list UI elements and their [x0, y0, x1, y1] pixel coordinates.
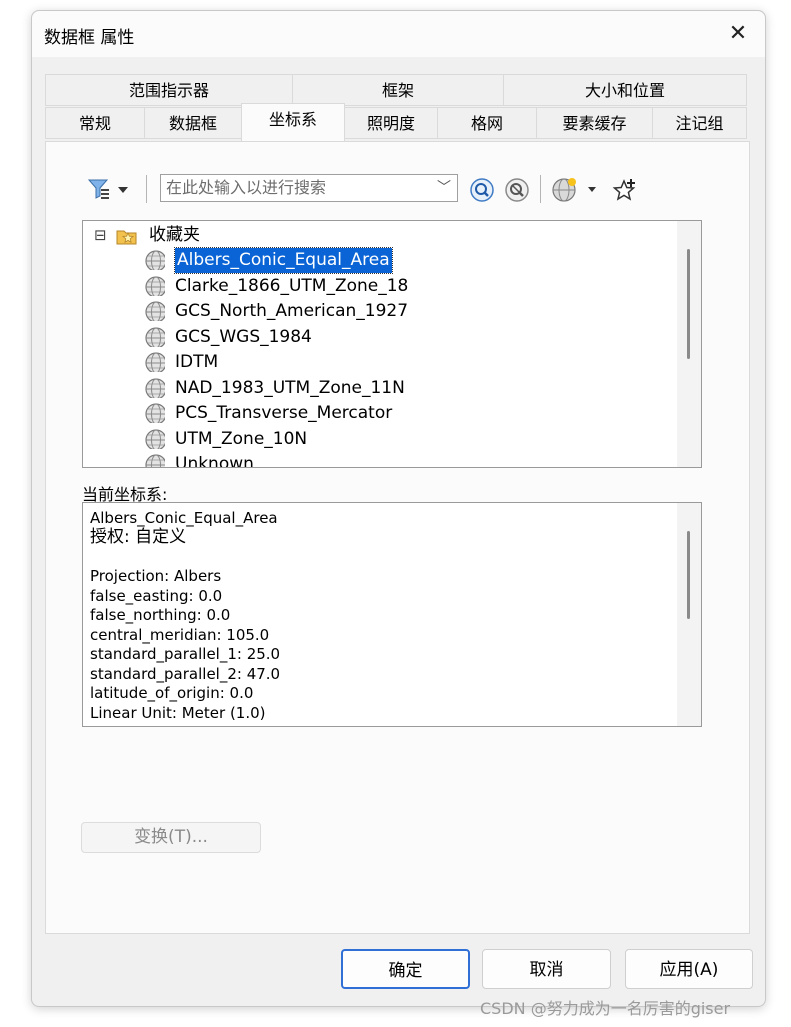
- tab-label: 格网: [470, 114, 503, 133]
- coordinate-system-item-label: Clarke_1866_UTM_Zone_18: [175, 275, 409, 296]
- globe-icon: [145, 326, 165, 347]
- ok-button[interactable]: 确定: [341, 949, 470, 989]
- details-line: central_meridian: 105.0: [90, 625, 270, 644]
- coordinate-system-item-label: PCS_Transverse_Mercator: [175, 403, 393, 423]
- close-button[interactable]: ✕: [715, 15, 761, 53]
- tab-size-and-position[interactable]: 大小和位置: [503, 74, 747, 106]
- toolbar-separator: [540, 175, 541, 203]
- tab-extent-indicators[interactable]: 范围指示器: [45, 74, 293, 106]
- details-line: Projection: Albers: [90, 567, 222, 585]
- tab-feature-cache[interactable]: 要素缓存: [536, 107, 653, 139]
- add-coordinate-system-button[interactable]: [551, 176, 597, 204]
- globe-icon: [145, 250, 165, 270]
- details-line: standard_parallel_2: 47.0: [90, 664, 281, 683]
- tab-frame[interactable]: 框架: [292, 74, 504, 106]
- coordinate-system-item-label: NAD_1983_UTM_Zone_11N: [175, 377, 405, 398]
- coordinate-system-details[interactable]: Albers_Conic_Equal_Area 授权: 自定义 Projecti…: [82, 502, 702, 727]
- add-to-favorites-button[interactable]: [612, 177, 638, 203]
- search-input[interactable]: 在此处输入以进行搜索 ﹀: [160, 174, 458, 202]
- collapse-toggle-icon[interactable]: ⊟: [94, 226, 107, 244]
- coordinate-system-item-label: Unknown: [175, 454, 254, 468]
- coordinate-system-item-label: UTM_Zone_10N: [175, 428, 308, 449]
- tab-annotation-groups[interactable]: 注记组: [652, 107, 747, 139]
- globe-icon: [145, 301, 165, 321]
- details-authority: 授权: 自定义: [90, 527, 187, 547]
- globe-icon: [145, 352, 165, 372]
- search-placeholder: 在此处输入以进行搜索: [166, 178, 327, 197]
- cancel-button[interactable]: 取消: [482, 949, 611, 989]
- tab-illumination[interactable]: 照明度: [344, 107, 438, 139]
- tab-coordinate-system[interactable]: 坐标系: [241, 103, 345, 141]
- globe-icon: [145, 454, 165, 467]
- filter-dropdown-button[interactable]: [87, 177, 129, 201]
- details-name: Albers_Conic_Equal_Area: [90, 509, 278, 527]
- transform-button[interactable]: 变换(T)...: [81, 822, 261, 853]
- dialog-title: 数据框 属性: [44, 28, 135, 48]
- tab-general[interactable]: 常规: [45, 107, 145, 139]
- globe-icon: [145, 403, 165, 423]
- details-line: standard_parallel_1: 25.0: [90, 645, 281, 663]
- details-scrollbar[interactable]: [677, 503, 701, 726]
- details-line: false_easting: 0.0: [90, 586, 223, 605]
- coordinate-system-tree[interactable]: ⊟ 收藏夹 Albers_Conic_Equal_Area Clarke_1866…: [82, 220, 702, 468]
- details-line: latitude_of_origin: 0.0: [90, 684, 254, 702]
- tab-label: 注记组: [675, 114, 724, 133]
- coordinate-system-item-label: GCS_WGS_1984: [175, 326, 312, 347]
- folder-star-icon: [116, 230, 137, 245]
- search-button[interactable]: [469, 177, 495, 203]
- clear-search-icon: [505, 178, 529, 202]
- tab-label: 要素缓存: [562, 114, 627, 133]
- tab-label: 坐标系: [268, 110, 317, 129]
- tree-scrollbar[interactable]: [677, 221, 701, 467]
- tab-label: 常规: [78, 114, 111, 133]
- tab-label: 照明度: [366, 114, 415, 133]
- toolbar-separator: [146, 175, 147, 203]
- tab-label: 范围指示器: [128, 81, 209, 100]
- title-bar: 数据框 属性 ✕: [32, 11, 765, 57]
- globe-icon: [145, 428, 165, 449]
- details-line: Linear Unit: Meter (1.0): [90, 703, 266, 722]
- coordinate-system-item-label: GCS_North_American_1927: [175, 301, 409, 321]
- filter-icon: [87, 179, 128, 199]
- globe-icon: [145, 275, 165, 296]
- watermark: CSDN @努力成为一名厉害的giser: [480, 999, 731, 1018]
- search-icon: [470, 178, 494, 202]
- globe-add-icon: [552, 178, 596, 202]
- star-add-icon: [612, 179, 636, 201]
- apply-button[interactable]: 应用(A): [625, 949, 753, 989]
- chevron-down-icon[interactable]: ﹀: [437, 175, 451, 201]
- properties-dialog: 数据框 属性 ✕ 范围指示器 框架 大小和位置 常规 数据框 坐标系 照明度 格…: [31, 10, 766, 1007]
- details-scrollbar-thumb[interactable]: [687, 531, 690, 619]
- details-line: false_northing: 0.0: [90, 606, 231, 624]
- tab-label: 数据框: [168, 114, 217, 133]
- clear-search-button[interactable]: [504, 177, 530, 203]
- tab-label: 框架: [381, 81, 414, 100]
- globe-icon: [145, 377, 165, 398]
- tab-data-frame[interactable]: 数据框: [144, 107, 242, 139]
- favorites-folder-row[interactable]: ⊟ 收藏夹: [94, 223, 200, 248]
- coordinate-system-item-label: IDTM: [175, 352, 219, 372]
- tab-label: 大小和位置: [584, 81, 665, 100]
- tree-scrollbar-thumb[interactable]: [687, 249, 690, 359]
- favorites-folder-label: 收藏夹: [149, 225, 200, 245]
- tab-grids[interactable]: 格网: [437, 107, 537, 139]
- coordinate-system-item-label: Albers_Conic_Equal_Area: [174, 247, 393, 274]
